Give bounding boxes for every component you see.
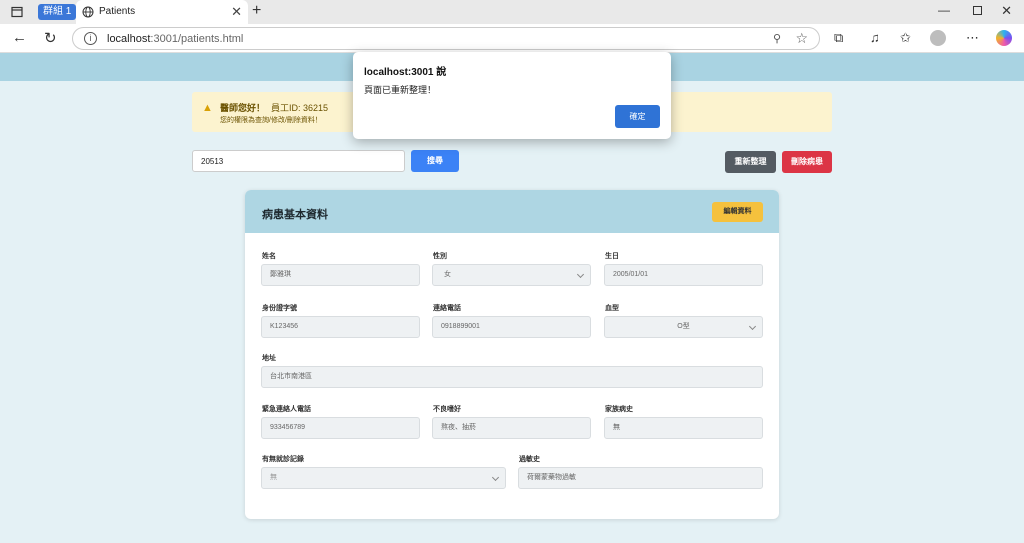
patient-search-input[interactable]: [192, 150, 405, 172]
browser-toolbar: ← ↻ i localhost:3001/patients.html ⚲ ☆ ⧉…: [0, 24, 1024, 53]
tab-title: Patients: [99, 6, 136, 17]
profile-avatar[interactable]: [930, 30, 946, 46]
zoom-icon[interactable]: ⚲: [773, 32, 781, 45]
tab-group-label[interactable]: 群組 1: [38, 4, 77, 20]
window-close-icon[interactable]: ✕: [1001, 3, 1012, 19]
address-label: 地址: [262, 355, 276, 362]
allergy-field[interactable]: 荷爾蒙藥物過敏: [518, 467, 763, 489]
favorites-icon[interactable]: ✩: [900, 30, 911, 46]
phone-label: 連絡電話: [433, 305, 461, 312]
browser-tab-bar: 群組 1 Patients ✕ + — ✕: [0, 0, 1024, 24]
birthday-label: 生日: [605, 253, 619, 260]
delete-patient-button[interactable]: 刪除病患: [782, 151, 832, 173]
copilot-icon[interactable]: [996, 30, 1012, 46]
globe-icon: [82, 6, 94, 18]
media-control-icon[interactable]: ♫: [870, 30, 880, 45]
favorite-star-icon[interactable]: ☆: [795, 30, 808, 47]
family-history-field[interactable]: 無: [604, 417, 763, 439]
back-icon[interactable]: ←: [12, 29, 27, 46]
emergency-phone-field[interactable]: 933456789: [261, 417, 420, 439]
gender-select[interactable]: 女: [432, 264, 591, 286]
card-header: 病患基本資料 編輯資料: [245, 190, 779, 233]
extensions-icon[interactable]: ⧉: [834, 30, 843, 46]
bad-habits-label: 不良嗜好: [433, 406, 461, 413]
search-button[interactable]: 搜尋: [411, 150, 459, 172]
family-history-label: 家族病史: [605, 406, 633, 413]
name-label: 姓名: [262, 253, 276, 260]
url-text: localhost:3001/patients.html: [107, 33, 244, 45]
maximize-icon[interactable]: [973, 6, 982, 15]
birthday-field[interactable]: 2005/01/01: [604, 264, 763, 286]
permission-text: 您的權限為查詢/修改/刪除資料！: [220, 117, 322, 124]
bad-habits-field[interactable]: 熬夜、抽菸: [432, 417, 591, 439]
edit-button[interactable]: 編輯資料: [712, 202, 763, 222]
tab-actions-icon[interactable]: [8, 3, 26, 21]
browser-tab[interactable]: Patients ✕: [76, 0, 248, 24]
greeting-text: 醫師您好！: [220, 103, 266, 113]
employee-id: 員工ID: 36215: [271, 103, 329, 113]
id-number-label: 身份證字號: [262, 305, 297, 312]
allergy-label: 過敏史: [519, 456, 540, 463]
warning-icon: ▲: [202, 102, 213, 114]
alert-line1: 醫師您好！ 員工ID: 36215: [220, 101, 328, 114]
site-info-icon[interactable]: i: [84, 32, 97, 45]
new-tab-icon[interactable]: +: [252, 2, 261, 20]
blood-type-label: 血型: [605, 305, 619, 312]
dialog-ok-button[interactable]: 確定: [615, 105, 660, 128]
alert-dialog: localhost:3001 說 頁面已重新整理！ 確定: [353, 52, 671, 139]
dialog-message: 頁面已重新整理！: [364, 85, 437, 95]
reload-icon[interactable]: ↻: [44, 29, 57, 47]
blood-type-select[interactable]: O型: [604, 316, 763, 338]
minimize-icon[interactable]: —: [938, 3, 950, 17]
refresh-button[interactable]: 重新整理: [725, 151, 776, 173]
emergency-phone-label: 緊急連絡人電話: [262, 406, 311, 413]
phone-field[interactable]: 0918899001: [432, 316, 591, 338]
tab-close-icon[interactable]: ✕: [231, 4, 242, 20]
more-menu-icon[interactable]: ⋯: [966, 30, 979, 46]
address-field[interactable]: 台北市南港區: [261, 366, 763, 388]
card-title: 病患基本資料: [262, 209, 328, 221]
patient-info-card: 病患基本資料 編輯資料 姓名 鄭雅琪 性別 女 生日 2005/01/01 身份…: [245, 190, 779, 519]
visit-record-label: 有無就診記錄: [262, 456, 304, 463]
gender-label: 性別: [433, 253, 447, 260]
name-field[interactable]: 鄭雅琪: [261, 264, 420, 286]
visit-record-select[interactable]: 無: [261, 467, 506, 489]
dialog-title: localhost:3001 說: [364, 67, 447, 78]
address-bar[interactable]: i localhost:3001/patients.html ⚲ ☆: [72, 27, 820, 50]
id-number-field[interactable]: K123456: [261, 316, 420, 338]
